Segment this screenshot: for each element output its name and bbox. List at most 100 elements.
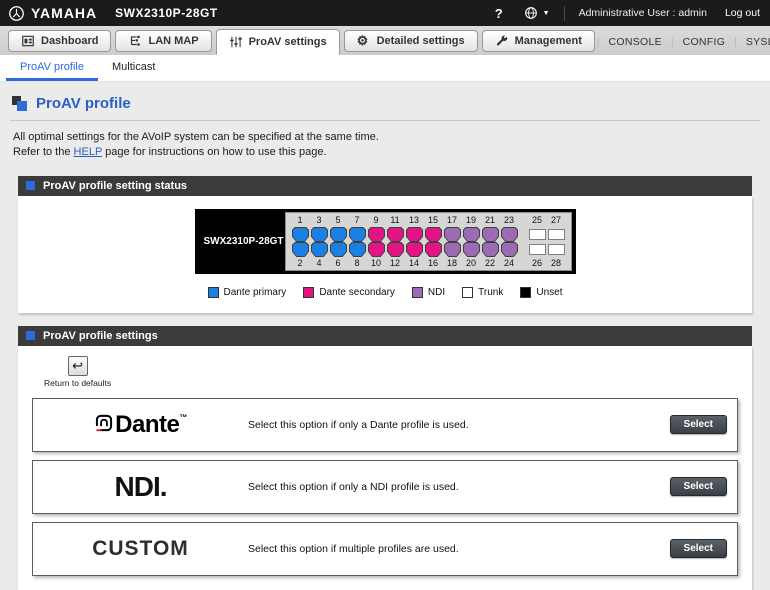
port-number: 11 xyxy=(390,215,400,226)
port-15 xyxy=(424,226,443,242)
port-25 xyxy=(528,227,547,242)
port-24 xyxy=(500,241,519,257)
utility-link-console[interactable]: CONSOLE xyxy=(609,36,662,48)
port-jack-row xyxy=(291,226,566,242)
port-number: 4 xyxy=(316,258,322,269)
tab-label: LAN MAP xyxy=(148,35,199,47)
separator: | xyxy=(596,36,600,48)
profile-logo-box: NDI. xyxy=(33,471,248,503)
topbar-right: ? ▼ Administrative User : admin Log out xyxy=(489,5,760,21)
legend-label: NDI xyxy=(427,286,446,298)
port-5 xyxy=(329,226,348,242)
page-description: All optimal settings for the AVoIP syste… xyxy=(13,130,757,161)
port-23 xyxy=(500,226,519,242)
legend-swatch xyxy=(462,286,474,298)
language-globe-button[interactable]: ▼ xyxy=(523,5,550,21)
help-button[interactable]: ? xyxy=(489,6,509,21)
settings-section-title: ProAV profile settings xyxy=(43,329,158,342)
select-button-custom[interactable]: Select xyxy=(669,539,727,559)
port-2 xyxy=(291,241,310,257)
tab-proav-settings[interactable]: ProAV settings xyxy=(215,29,340,55)
port-28 xyxy=(547,242,566,257)
port-7 xyxy=(348,226,367,242)
globe-icon xyxy=(523,5,539,21)
port-14 xyxy=(405,241,424,257)
status-section-body: SWX2310P-28GT 1 3 5 7 9 11 13 15 17 19 21 23 25 27 2 4 6… xyxy=(18,195,752,313)
legend-item-trunk: Trunk xyxy=(462,286,503,298)
return-to-defaults-label: Return to defaults xyxy=(44,377,112,388)
port-number: 20 xyxy=(465,258,476,269)
description-line2-suffix: page for instructions on how to use this… xyxy=(102,146,327,159)
port-11 xyxy=(386,226,405,242)
topbar: YAMAHA SWX2310P-28GT ? ▼ Administrative … xyxy=(0,0,770,26)
page-title-icon xyxy=(12,96,27,111)
port-20 xyxy=(462,241,481,257)
logout-link[interactable]: Log out xyxy=(725,7,760,19)
port-number: 27 xyxy=(550,215,561,226)
status-section: ProAV profile setting status SWX2310P-28… xyxy=(18,175,752,313)
port-9 xyxy=(367,226,386,242)
port-number: 17 xyxy=(446,215,457,226)
port-4 xyxy=(310,241,329,257)
settings-section-body: ↩ Return to defaults Dante ™ Select this o… xyxy=(18,345,752,590)
title-divider xyxy=(10,120,760,121)
profile-description: Select this option if multiple profiles … xyxy=(248,542,459,555)
port-13 xyxy=(405,226,424,242)
sub-tab-bar: ProAV profile Multicast xyxy=(0,55,770,82)
profile-description: Select this option if only a NDI profile… xyxy=(248,480,459,493)
tab-lan-map[interactable]: LAN MAP xyxy=(115,30,212,52)
subtab-multicast[interactable]: Multicast xyxy=(98,55,169,81)
main-tab-bar: Dashboard LAN MAP ProAV settings ⚙ Detailed … xyxy=(0,26,770,55)
port-number: 28 xyxy=(550,258,561,269)
port-field: 1 3 5 7 9 11 13 15 17 19 21 23 25 27 2 4 6 8 10 12 14 16 18 20 2… xyxy=(284,211,572,271)
device-model: SWX2310P-28GT xyxy=(115,6,218,20)
legend-label: Dante primary xyxy=(223,286,287,298)
tab-dashboard[interactable]: Dashboard xyxy=(8,30,112,52)
tab-management[interactable]: Management xyxy=(481,30,595,52)
port-8 xyxy=(348,241,367,257)
page-title: ProAV profile xyxy=(36,95,131,112)
port-number: 7 xyxy=(354,215,360,226)
port-3 xyxy=(310,226,329,242)
port-number: 19 xyxy=(465,215,476,226)
port-number: 25 xyxy=(531,215,542,226)
port-number: 2 xyxy=(297,258,303,269)
select-button-ndi[interactable]: Select xyxy=(669,477,727,497)
legend-swatch xyxy=(303,286,315,298)
page-content: ProAV profile All optimal settings for t… xyxy=(0,82,770,590)
return-to-defaults-icon: ↩ xyxy=(67,355,88,376)
tab-label: Dashboard xyxy=(41,35,99,47)
select-button-dante[interactable]: Select xyxy=(669,415,727,435)
description-line2-prefix: Refer to the xyxy=(13,146,74,159)
port-17 xyxy=(443,226,462,242)
legend-item-unset: Unset xyxy=(520,286,562,298)
port-number: 3 xyxy=(316,215,322,226)
port-number: 1 xyxy=(297,215,303,226)
port-21 xyxy=(481,226,500,242)
port-26 xyxy=(528,242,547,257)
subtab-proav-profile[interactable]: ProAV profile xyxy=(6,55,98,81)
profile-row-ndi: NDI. Select this option if only a NDI pro… xyxy=(32,459,738,514)
utility-link-syslog[interactable]: SYSLOG xyxy=(746,36,770,48)
divider xyxy=(563,5,565,21)
profile-row-dante: Dante ™ Select this option if only a Dante… xyxy=(32,397,738,452)
port-jack-row xyxy=(291,241,566,257)
tab-detailed-settings[interactable]: ⚙ Detailed settings xyxy=(343,30,478,52)
port-number: 10 xyxy=(370,258,381,269)
separator: | xyxy=(734,36,737,48)
dante-logo-icon xyxy=(96,414,113,431)
profile-list: Dante ™ Select this option if only a Dante… xyxy=(30,397,740,576)
app-window: YAMAHA SWX2310P-28GT ? ▼ Administrative … xyxy=(0,0,770,590)
lanmap-icon xyxy=(128,34,142,48)
description-line1: All optimal settings for the AVoIP syste… xyxy=(13,131,379,143)
port-number: 22 xyxy=(484,258,495,269)
help-link[interactable]: HELP xyxy=(74,146,103,158)
dashboard-icon xyxy=(21,34,35,48)
brand-name: YAMAHA xyxy=(31,5,98,21)
dante-logo-text: Dante xyxy=(115,410,180,438)
port-number-row: 2 4 6 8 10 12 14 16 18 20 22 24 26 28 xyxy=(291,257,566,270)
return-to-defaults-button[interactable]: ↩ Return to defaults xyxy=(44,355,112,388)
utility-link-config[interactable]: CONFIG xyxy=(683,36,726,48)
switch-model-label: SWX2310P-28GT xyxy=(203,235,284,247)
port-number: 23 xyxy=(503,215,514,226)
